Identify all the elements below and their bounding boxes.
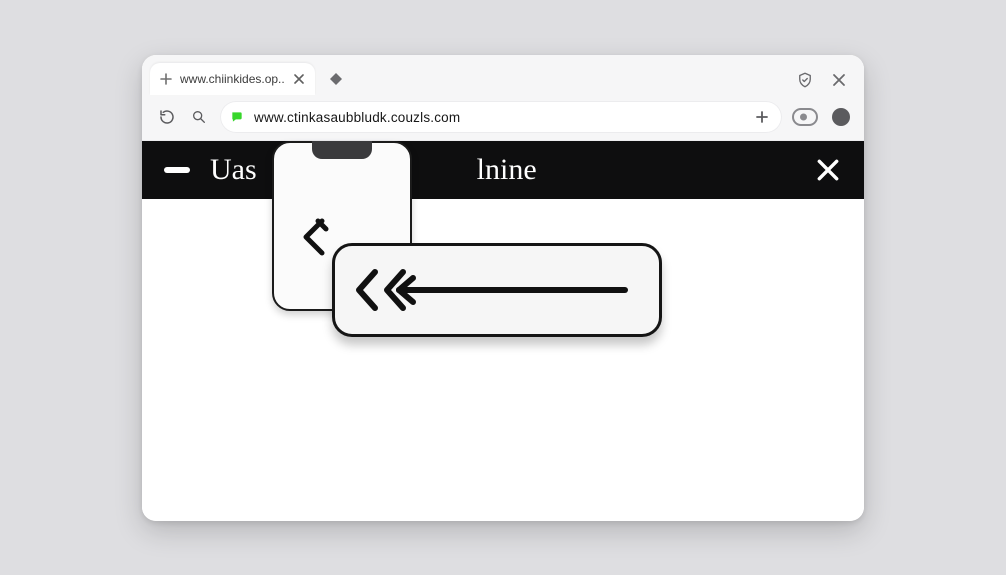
device-notch-icon (312, 141, 372, 159)
browser-window: www.chiinkides.op.. (142, 55, 864, 521)
page-content (142, 199, 864, 521)
shield-icon[interactable] (796, 71, 814, 89)
tab-close-icon[interactable] (291, 71, 307, 87)
header-close-icon[interactable] (814, 156, 842, 184)
new-tab-button[interactable] (323, 66, 349, 92)
window-close-icon[interactable] (830, 71, 848, 89)
profile-avatar-icon[interactable] (832, 108, 850, 126)
extensions-icon[interactable] (792, 108, 818, 126)
window-controls (796, 71, 854, 95)
site-identity-icon[interactable] (230, 110, 244, 124)
active-tab[interactable]: www.chiinkides.op.. (150, 63, 315, 95)
chevron-left-icon (296, 215, 340, 259)
toolbar: www.ctinkasaubbludk.couzls.com (142, 95, 864, 141)
page-header: Uas lnine (142, 141, 864, 199)
toolbar-right (792, 108, 850, 126)
plus-icon[interactable] (158, 71, 174, 87)
search-icon[interactable] (188, 106, 210, 128)
go-back-button[interactable] (332, 243, 662, 337)
address-bar[interactable]: www.ctinkasaubbludk.couzls.com (220, 101, 782, 133)
reload-icon[interactable] (156, 106, 178, 128)
minimize-icon[interactable] (164, 167, 190, 173)
bookmark-plus-icon[interactable] (752, 107, 772, 127)
double-chevron-left-arrow-icon (353, 264, 643, 316)
tab-strip: www.chiinkides.op.. (142, 55, 864, 95)
page-title-left: Uas (210, 153, 257, 187)
page-title-right: lnine (477, 153, 537, 187)
tab-title: www.chiinkides.op.. (180, 72, 285, 86)
url-text: www.ctinkasaubbludk.couzls.com (254, 110, 742, 125)
